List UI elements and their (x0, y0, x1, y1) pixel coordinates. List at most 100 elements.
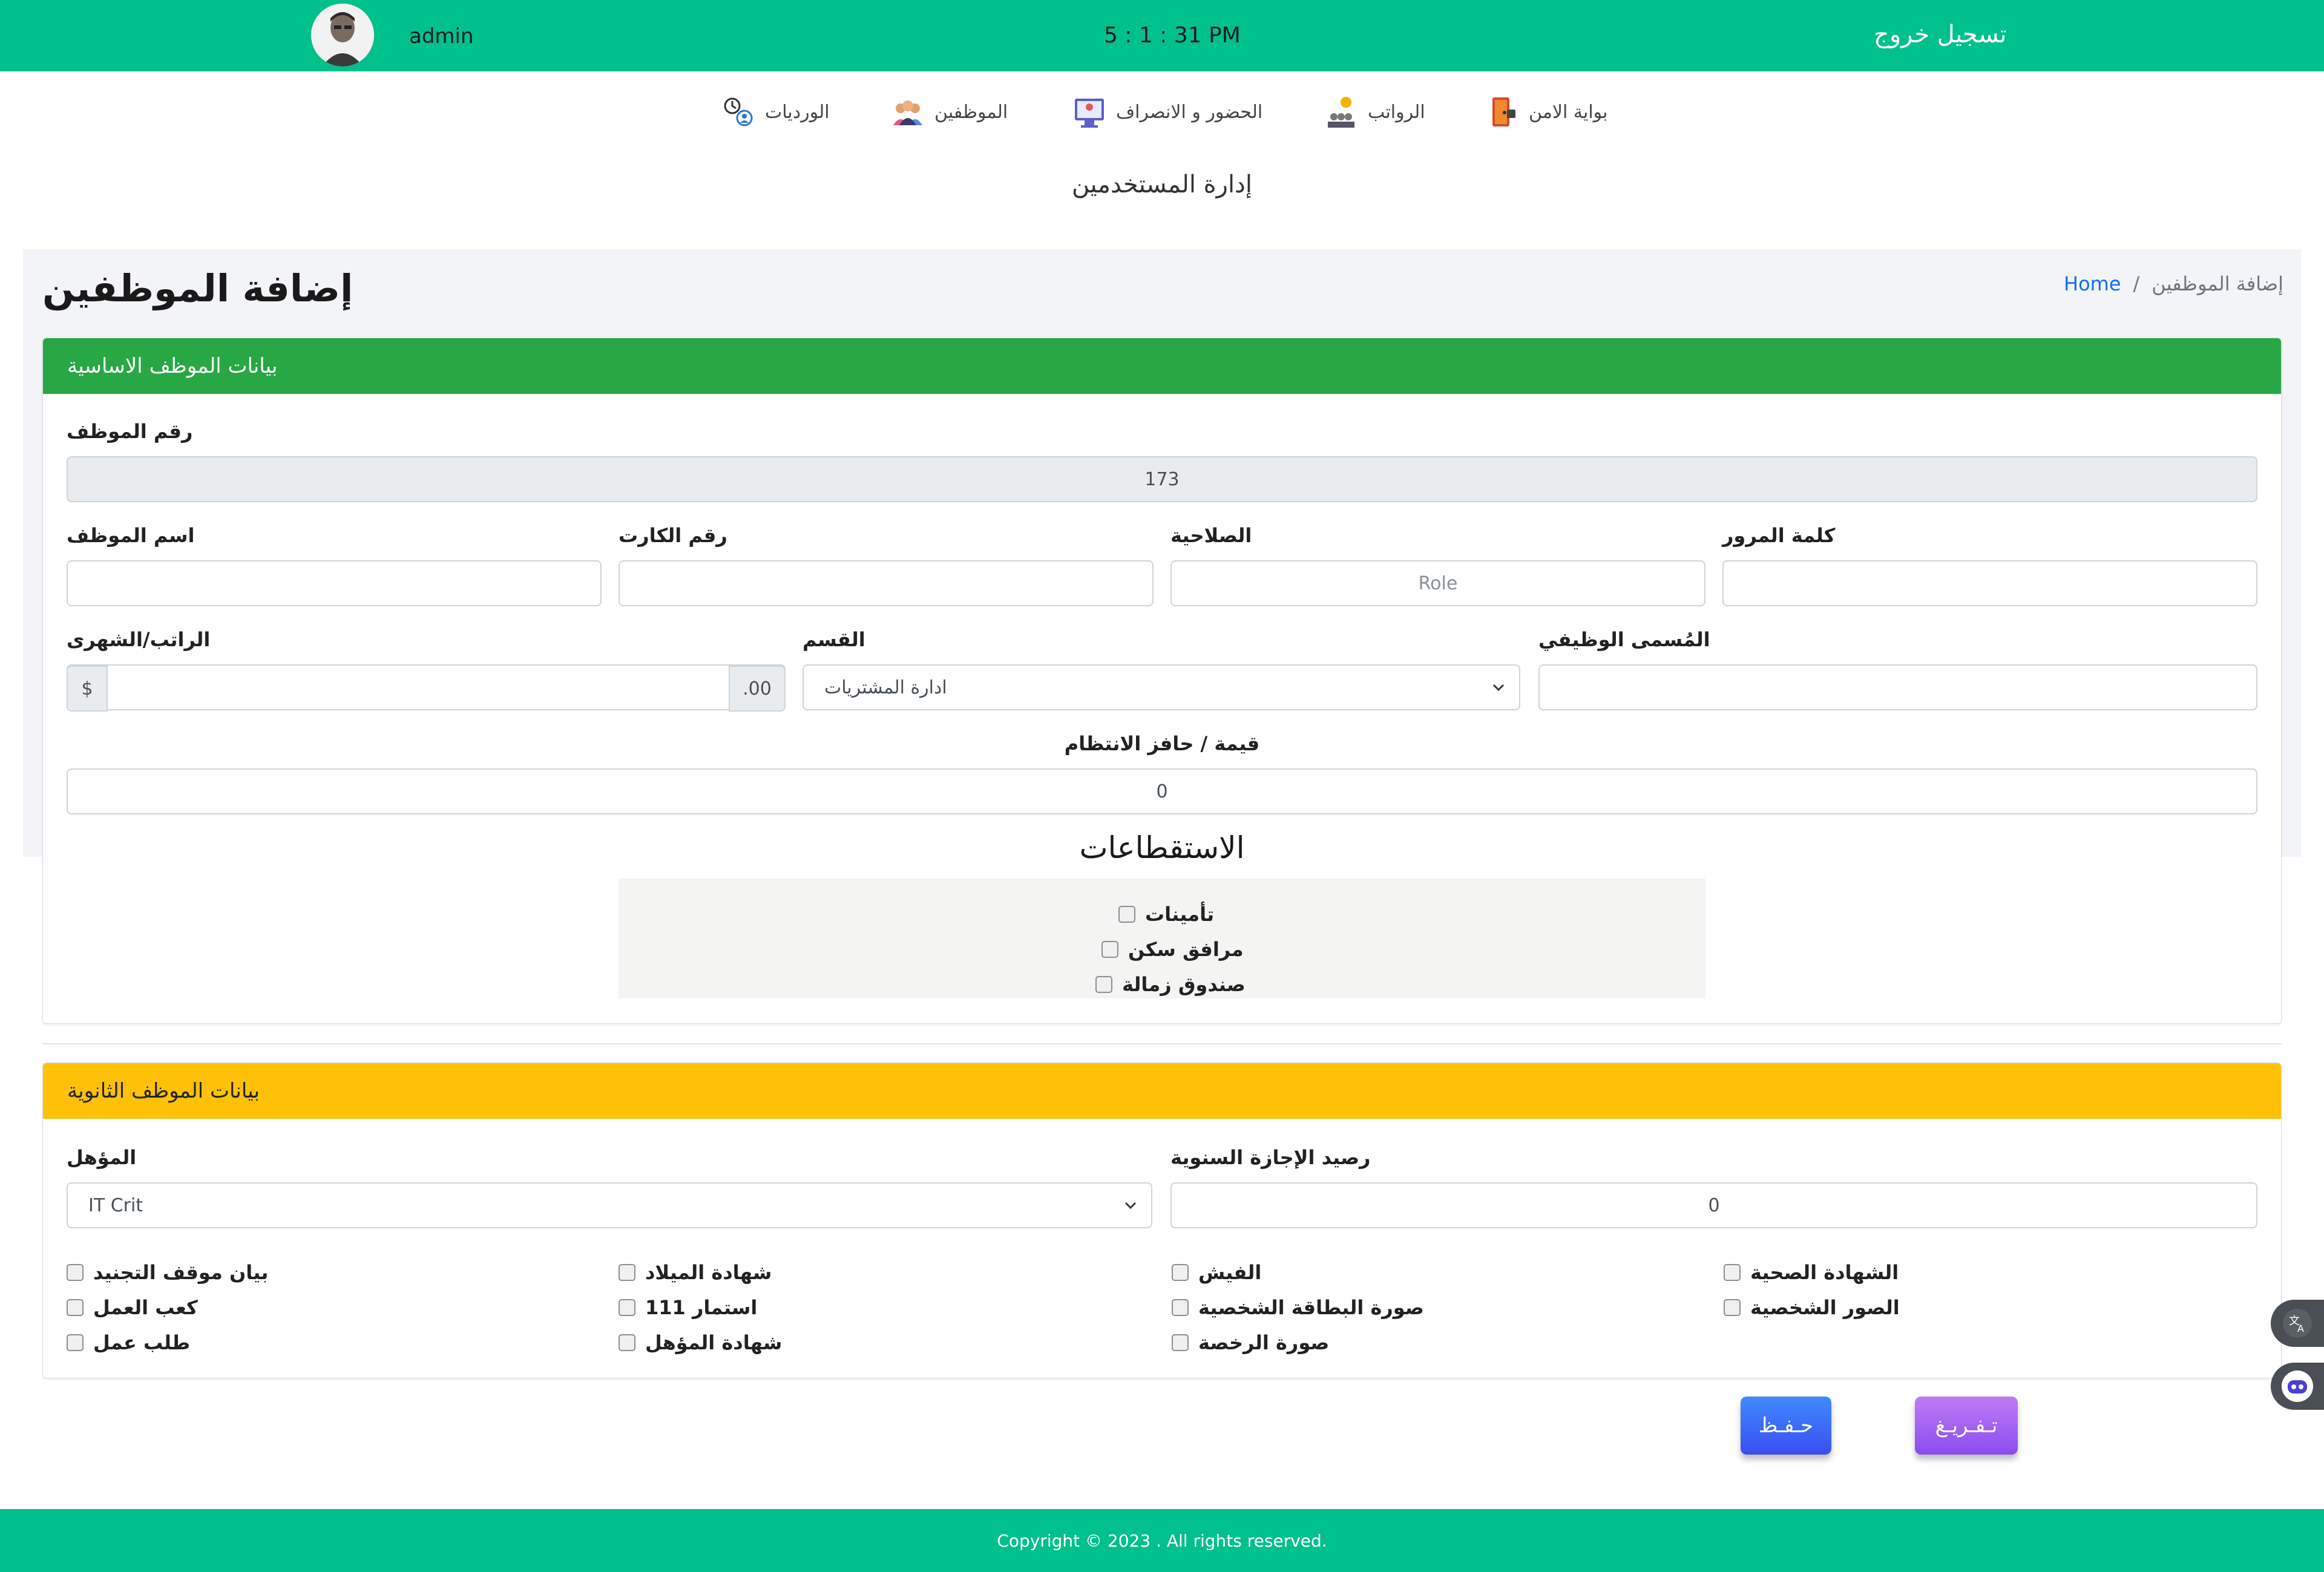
translate-icon: 文A (2283, 1309, 2312, 1338)
qualification-value: IT Crit (88, 1194, 143, 1216)
username: admin (409, 24, 474, 48)
section-divider (42, 1043, 2282, 1044)
work-stub-label: كعب العمل (93, 1296, 198, 1319)
doc-form-111[interactable]: استمار 111 (619, 1296, 757, 1319)
doc-birth-certificate[interactable]: شهادة الميلاد (619, 1261, 772, 1284)
nav-item-attendance[interactable]: الحضور و الانصراف (1071, 91, 1262, 133)
translate-button[interactable]: 文A (2271, 1300, 2324, 1347)
clear-button[interactable]: تـفـريـغ (1915, 1397, 2018, 1455)
housing-checkbox[interactable] (1101, 941, 1118, 958)
job-title-input[interactable] (1538, 664, 2257, 710)
qualification-label: المؤهل (67, 1146, 137, 1169)
breadcrumb-home-link[interactable]: Home (2064, 272, 2121, 295)
doc-job-application[interactable]: طلب عمل (67, 1331, 190, 1354)
fellowship-fund-checkbox[interactable] (1095, 976, 1112, 993)
housing-label: مرافق سكن (1128, 938, 1244, 961)
annual-leave-label: رصيد الإجازة السنوية (1170, 1146, 1371, 1169)
salaries-icon (1323, 94, 1359, 130)
work-stub-checkbox[interactable] (67, 1299, 84, 1316)
deduction-fellowship-fund[interactable]: صندوق زمالة (1095, 973, 1246, 996)
nav-item-shifts[interactable]: الورديات (720, 91, 830, 133)
chevron-down-icon (1492, 684, 1505, 692)
bonus-input[interactable]: 0 (67, 768, 2257, 814)
copyright-text: Copyright © 2023 . All rights reserved. (997, 1530, 1327, 1551)
salary-input-group[interactable]: $ .00 (67, 664, 786, 712)
password-input[interactable] (1722, 560, 2257, 606)
employee-no-field[interactable]: 173 (67, 456, 2257, 502)
password-label: كلمة المرور (1722, 524, 1836, 547)
license-copy-checkbox[interactable] (1172, 1334, 1189, 1351)
security-gate-icon (1484, 94, 1520, 130)
deduction-insurance[interactable]: تأمينات (1118, 903, 1214, 926)
nav-label: الرواتب (1368, 101, 1425, 123)
employee-name-label: اسم الموظف (67, 524, 195, 547)
nav-label: الموظفين (934, 101, 1008, 123)
employees-icon (890, 94, 926, 130)
svg-text:A: A (2297, 1323, 2304, 1334)
salary-decimal-addon: .00 (729, 666, 786, 712)
personal-photos-label: الصور الشخصية (1750, 1296, 1900, 1319)
salary-currency-addon: $ (67, 666, 108, 712)
logout-link[interactable]: تسجيل خروج (1874, 21, 2007, 48)
nav-item-salaries[interactable]: الرواتب (1323, 91, 1425, 133)
doc-id-card-copy[interactable]: صورة البطاقة الشخصية (1172, 1296, 1424, 1319)
deductions-title: الاستقطاعات (1079, 830, 1245, 865)
attendance-icon (1071, 94, 1108, 130)
doc-personal-photos[interactable]: الصور الشخصية (1724, 1296, 1900, 1319)
department-value: ادارة المشتريات (824, 676, 947, 698)
salary-label: الراتب/الشهرى (67, 628, 211, 651)
doc-license-copy[interactable]: صورة الرخصة (1172, 1331, 1329, 1354)
card-no-input[interactable] (619, 560, 1154, 606)
criminal-record-label: الفيش (1198, 1261, 1262, 1284)
id-card-copy-label: صورة البطاقة الشخصية (1198, 1296, 1424, 1319)
secondary-card-title: بيانات الموظف الثانوية (67, 1079, 260, 1103)
role-label: الصلاحية (1170, 524, 1252, 547)
breadcrumb-current: إضافة الموظفين (2152, 272, 2284, 295)
fellowship-fund-label: صندوق زمالة (1122, 973, 1246, 996)
nav-label: الورديات (765, 101, 830, 123)
annual-leave-input[interactable]: 0 (1170, 1182, 2257, 1228)
personal-photos-checkbox[interactable] (1724, 1299, 1741, 1316)
doc-criminal-record[interactable]: الفيش (1172, 1261, 1261, 1284)
job-application-checkbox[interactable] (67, 1334, 84, 1351)
form-111-checkbox[interactable] (619, 1299, 635, 1316)
page-subtitle: إدارة المستخدمين (1072, 171, 1252, 198)
license-copy-label: صورة الرخصة (1198, 1331, 1330, 1354)
criminal-record-checkbox[interactable] (1172, 1264, 1189, 1281)
nav-label: الحضور و الانصراف (1116, 101, 1263, 123)
assistant-button[interactable] (2271, 1363, 2324, 1410)
department-select[interactable]: ادارة المشتريات (803, 664, 1520, 710)
health-certificate-label: الشهادة الصحية (1750, 1261, 1899, 1284)
id-card-copy-checkbox[interactable] (1172, 1299, 1189, 1316)
role-input[interactable]: Role (1170, 560, 1705, 606)
nav-item-employees[interactable]: الموظفين (890, 91, 1008, 133)
bonus-label: قيمة / حافز الانتظام (1064, 732, 1260, 755)
nav-label: بواية الامن (1529, 101, 1608, 123)
clock: 5 : 1 : 31 PM (1104, 23, 1241, 48)
military-status-checkbox[interactable] (67, 1264, 84, 1281)
assistant-bot-icon (2282, 1371, 2313, 1402)
doc-work-stub[interactable]: كعب العمل (67, 1296, 198, 1319)
shifts-icon (720, 94, 757, 130)
breadcrumb-separator: / (2133, 272, 2140, 295)
deduction-housing[interactable]: مرافق سكن (1101, 938, 1244, 961)
insurance-checkbox[interactable] (1118, 906, 1135, 923)
doc-qualification-certificate[interactable]: شهادة المؤهل (619, 1331, 782, 1354)
employee-name-input[interactable] (67, 560, 602, 606)
health-certificate-checkbox[interactable] (1724, 1264, 1741, 1281)
job-title-label: المُسمى الوظيفي (1538, 628, 1710, 651)
qualification-certificate-checkbox[interactable] (619, 1334, 635, 1351)
doc-military-status[interactable]: بيان موقف التجنيد (67, 1261, 268, 1284)
avatar[interactable] (311, 4, 374, 67)
form-111-label: استمار 111 (645, 1296, 758, 1319)
nav-item-security-gate[interactable]: بواية الامن (1484, 91, 1608, 133)
save-button[interactable]: حـفـظ (1741, 1397, 1831, 1455)
department-label: القسم (803, 628, 865, 651)
user-avatar-icon (311, 4, 374, 67)
qualification-select[interactable]: IT Crit (67, 1182, 1152, 1228)
footer: Copyright © 2023 . All rights reserved. (0, 1509, 2324, 1572)
job-application-label: طلب عمل (93, 1331, 191, 1354)
birth-certificate-checkbox[interactable] (619, 1264, 635, 1281)
employee-no-label: رقم الموظف (67, 420, 193, 443)
doc-health-certificate[interactable]: الشهادة الصحية (1724, 1261, 1899, 1284)
